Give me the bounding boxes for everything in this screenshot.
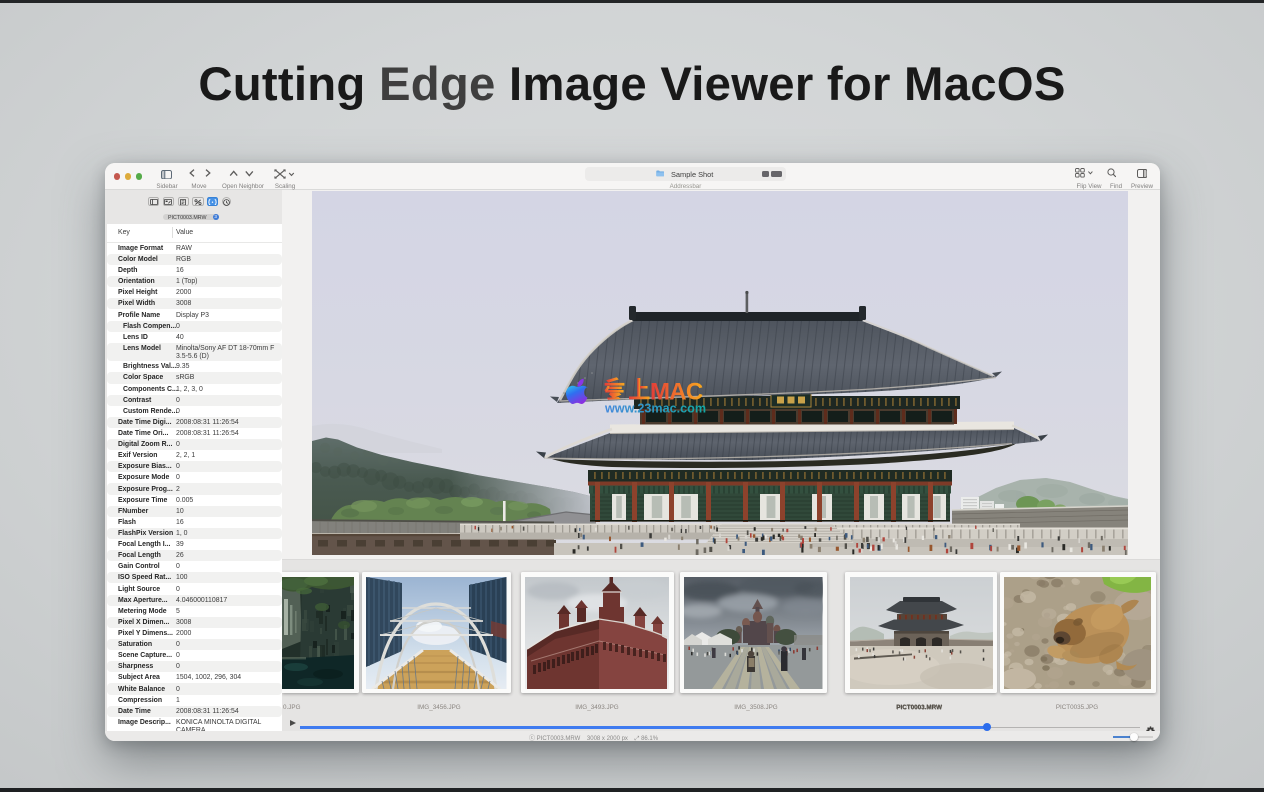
svg-text:www.23mac.com: www.23mac.com: [604, 402, 706, 416]
